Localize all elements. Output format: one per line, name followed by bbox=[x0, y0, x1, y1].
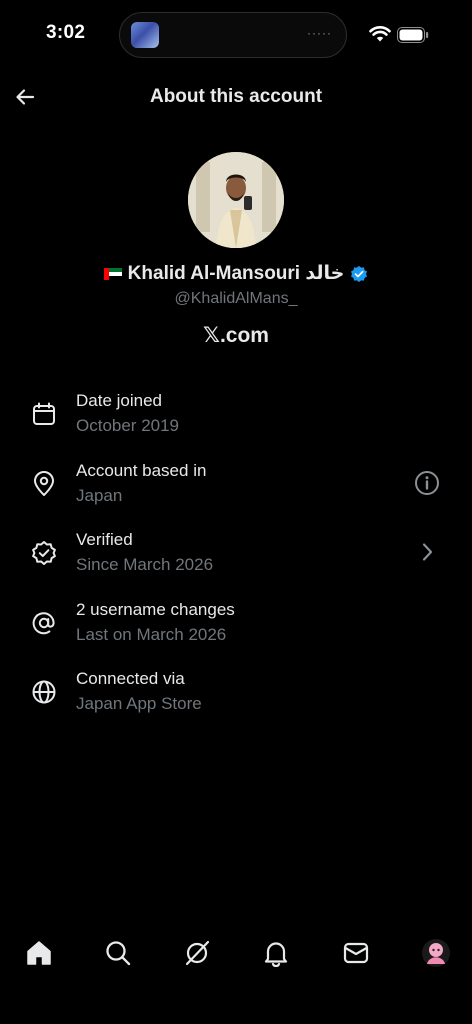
profile-handle: @KhalidAlMans_ bbox=[174, 290, 298, 307]
notifications-icon bbox=[264, 942, 288, 967]
verified-outline-icon bbox=[32, 541, 56, 565]
info-value: Since March 2026 bbox=[76, 555, 214, 574]
search-icon bbox=[106, 941, 131, 966]
info-value: Japan App Store bbox=[76, 694, 202, 713]
info-value: Japan bbox=[76, 485, 123, 505]
info-row-verified[interactable]: Verified Since March 2026 bbox=[0, 527, 472, 597]
info-row-connected-via: Connected via Japan App Store bbox=[0, 666, 472, 736]
avatar[interactable] bbox=[188, 152, 284, 248]
island-activity-indicator: ····· bbox=[307, 26, 332, 40]
tab-messages[interactable] bbox=[341, 938, 371, 968]
info-title: 2 username changes bbox=[76, 599, 235, 619]
location-pin-icon bbox=[34, 470, 54, 496]
verified-badge-icon[interactable] bbox=[350, 265, 368, 283]
info-icon[interactable] bbox=[414, 470, 440, 496]
info-row-account-location: Account based in Japan bbox=[0, 458, 472, 528]
island-media-thumbnail bbox=[131, 22, 159, 48]
bottom-tab-bar bbox=[0, 928, 472, 978]
info-row-username-changes: 2 username changes Last on March 2026 bbox=[0, 597, 472, 667]
account-info-list: Date joined October 2019 Account based i… bbox=[0, 388, 472, 736]
info-row-date-joined: Date joined October 2019 bbox=[0, 388, 472, 458]
calendar-icon bbox=[33, 402, 55, 425]
tab-notifications[interactable] bbox=[261, 938, 291, 968]
at-sign-icon bbox=[32, 611, 55, 634]
status-time: 3:02 bbox=[46, 22, 86, 43]
profile-name: Khalid Al-Mansouri خالد bbox=[127, 263, 345, 284]
info-title: Connected via bbox=[76, 669, 185, 688]
info-title: Date joined bbox=[76, 391, 163, 410]
info-value: Last on March 2026 bbox=[76, 624, 227, 644]
chevron-right-icon[interactable] bbox=[414, 539, 440, 565]
avatar-image bbox=[188, 152, 284, 248]
tab-grok[interactable] bbox=[182, 938, 212, 968]
dynamic-island[interactable]: ····· bbox=[119, 12, 347, 58]
tab-search[interactable] bbox=[103, 938, 133, 968]
uae-flag-icon bbox=[103, 267, 122, 280]
home-icon bbox=[27, 941, 51, 965]
profile-avatar bbox=[422, 939, 450, 967]
info-title: Verified bbox=[76, 530, 133, 549]
messages-icon bbox=[343, 942, 369, 964]
page-title: About this account bbox=[149, 86, 323, 107]
tab-home[interactable] bbox=[24, 938, 54, 968]
profile-site-link[interactable]: 𝕏.com bbox=[0, 323, 472, 348]
battery-icon bbox=[397, 27, 429, 43]
wifi-icon bbox=[369, 26, 391, 42]
info-title: Account based in bbox=[76, 460, 207, 480]
header: About this account bbox=[0, 76, 472, 120]
globe-icon bbox=[32, 680, 56, 704]
tab-profile[interactable] bbox=[421, 938, 451, 968]
grok-icon bbox=[185, 940, 210, 966]
status-bar: 3:02 ····· bbox=[0, 0, 472, 70]
info-value: October 2019 bbox=[76, 416, 180, 435]
profile-name-row: Khalid Al-Mansouri خالد bbox=[0, 262, 472, 285]
